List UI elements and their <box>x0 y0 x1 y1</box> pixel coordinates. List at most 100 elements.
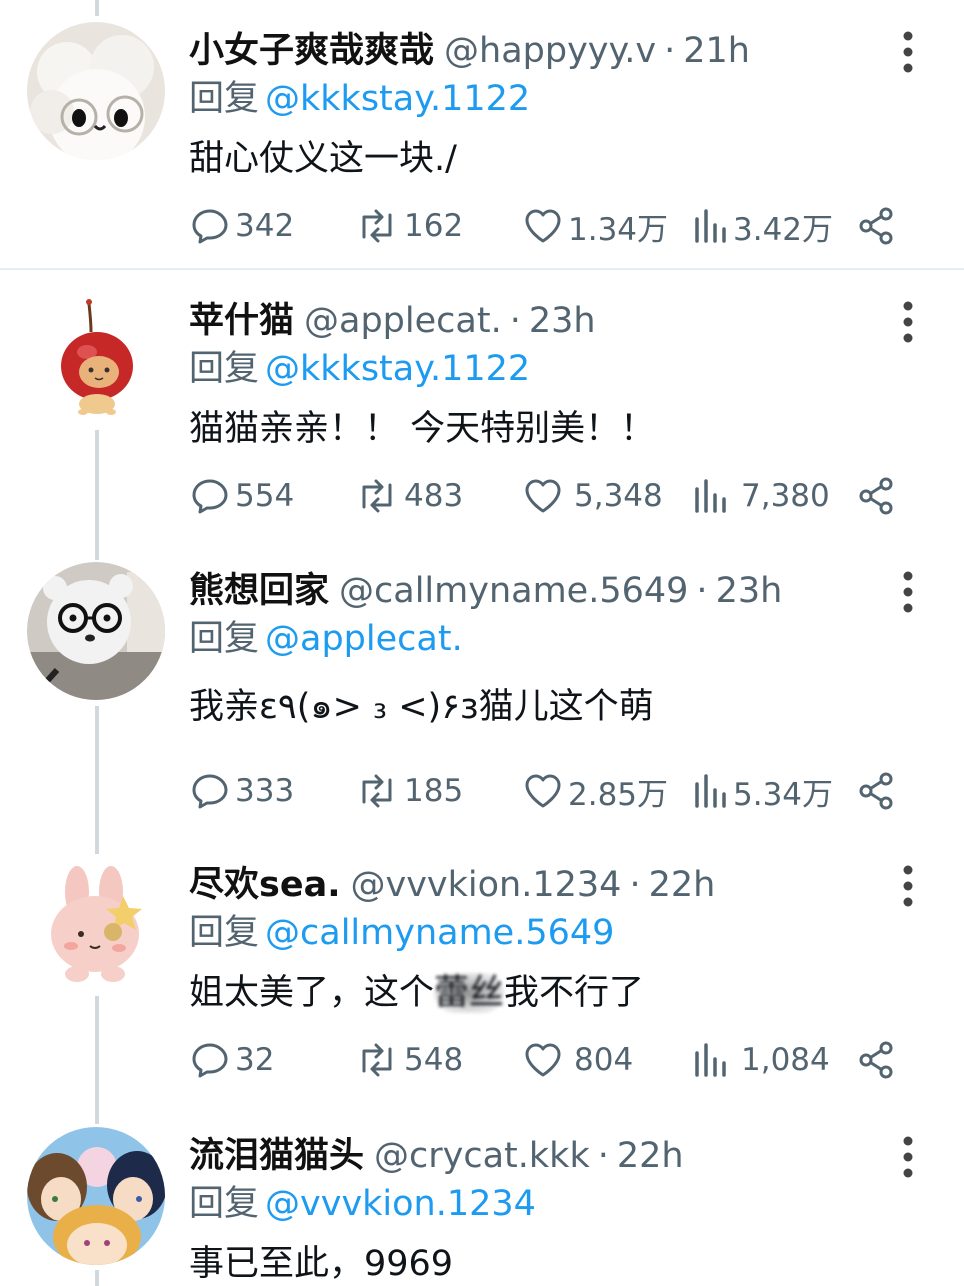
reply-count: 333 <box>235 773 295 809</box>
blurred-text: 蕾丝 <box>434 973 505 1013</box>
separator-dot: · <box>696 571 708 611</box>
retweet-button[interactable]: 162 <box>354 202 463 250</box>
timestamp[interactable]: 23h <box>529 301 596 341</box>
display-name[interactable]: 尽欢sea. <box>189 856 341 907</box>
more-options-icon[interactable] <box>898 864 918 908</box>
thread-line <box>95 426 99 560</box>
reply-button[interactable]: 342 <box>189 202 294 250</box>
reply-button[interactable]: 333 <box>189 767 294 815</box>
views-icon <box>695 479 726 513</box>
user-handle[interactable]: @crycat.kkk <box>374 1136 590 1176</box>
separator-dot: · <box>629 865 641 905</box>
post-header: 尽欢sea. @vvvkion.1234 · 22h <box>189 856 715 906</box>
reply-mention-link[interactable]: @applecat. <box>265 619 463 659</box>
display-name[interactable]: 流泪猫猫头 <box>189 1127 364 1178</box>
views-count: 1,084 <box>741 1042 830 1078</box>
user-handle[interactable]: @vvvkion.1234 <box>351 865 622 905</box>
reply-button[interactable]: 32 <box>189 1036 274 1084</box>
action-bar: 554 483 5,348 7,380 <box>189 472 909 520</box>
views-icon <box>695 1043 726 1077</box>
reply-label: 回复 <box>189 913 260 953</box>
timestamp[interactable]: 23h <box>716 571 783 611</box>
post-text: 我亲ε٩(๑> ₃ <)۶з猫儿这个萌 <box>189 687 654 727</box>
user-handle[interactable]: @callmyname.5649 <box>339 571 688 611</box>
retweet-icon <box>362 1043 392 1077</box>
like-count: 804 <box>574 1042 634 1078</box>
retweet-button[interactable]: 185 <box>354 767 463 815</box>
like-button[interactable]: 804 <box>522 1036 633 1084</box>
reply-count: 32 <box>235 1042 275 1078</box>
views-button[interactable]: 1,084 <box>691 1036 830 1084</box>
avatar[interactable] <box>27 856 165 994</box>
reply-label: 回复 <box>189 1184 260 1224</box>
reply-mention-link[interactable]: @kkkstay.1122 <box>265 79 530 119</box>
avatar[interactable] <box>27 1127 165 1265</box>
heart-icon <box>525 479 561 513</box>
reply-label: 回复 <box>189 79 260 119</box>
post-header: 熊想回家 @callmyname.5649 · 23h <box>189 562 782 612</box>
heart-icon <box>525 774 561 808</box>
like-button[interactable]: 5,348 <box>522 472 663 520</box>
more-options-icon[interactable] <box>898 300 918 344</box>
retweet-button[interactable]: 548 <box>354 1036 463 1084</box>
views-count: 3.42万 <box>733 211 834 248</box>
separator-dot: · <box>664 31 676 71</box>
share-button[interactable] <box>856 472 898 520</box>
reply-icon <box>192 209 228 244</box>
replying-to: 回复 @callmyname.5649 <box>189 904 614 955</box>
reply-icon <box>192 479 228 514</box>
thread-line <box>95 1270 99 1286</box>
replying-to: 回复 @kkkstay.1122 <box>189 70 530 121</box>
avatar[interactable] <box>27 292 165 430</box>
user-handle[interactable]: @happyyy.v <box>444 31 656 71</box>
views-button[interactable]: 5.34万 <box>691 767 833 815</box>
post-text-part: 我不行了 <box>504 973 645 1013</box>
reply-label: 回复 <box>189 619 260 659</box>
pink-bunny-plush-icon <box>27 856 165 994</box>
action-bar: 333 185 2.85万 5.34万 <box>189 767 909 815</box>
retweet-button[interactable]: 483 <box>354 472 463 520</box>
display-name[interactable]: 熊想回家 <box>189 562 329 613</box>
replying-to: 回复 @applecat. <box>189 610 463 661</box>
more-options-icon[interactable] <box>898 1135 918 1179</box>
share-button[interactable] <box>856 202 898 250</box>
more-options-icon[interactable] <box>898 30 918 74</box>
thread-line <box>95 0 99 16</box>
post-text: 猫猫亲亲！！ 今天特别美！！ <box>189 409 656 449</box>
timestamp[interactable]: 21h <box>683 31 750 71</box>
share-button[interactable] <box>856 767 898 815</box>
retweet-count: 548 <box>404 1042 464 1078</box>
reply-label: 回复 <box>189 349 260 389</box>
reply-icon <box>192 1043 228 1078</box>
avatar[interactable] <box>27 562 165 700</box>
retweet-icon <box>362 209 392 243</box>
reply-button[interactable]: 554 <box>189 472 294 520</box>
post-header: 流泪猫猫头 @crycat.kkk · 22h <box>189 1127 684 1177</box>
timestamp[interactable]: 22h <box>617 1136 684 1176</box>
post-text-part: 姐太美了，这个 <box>189 973 435 1013</box>
user-handle[interactable]: @applecat. <box>304 301 502 341</box>
avatar[interactable] <box>27 22 165 160</box>
views-count: 7,380 <box>741 478 830 514</box>
views-icon <box>695 209 726 243</box>
views-button[interactable]: 3.42万 <box>691 202 833 250</box>
reply-mention-link[interactable]: @vvvkion.1234 <box>265 1184 536 1224</box>
divider <box>0 268 964 270</box>
like-button[interactable]: 2.85万 <box>522 767 668 815</box>
display-name[interactable]: 苹什猫 <box>189 292 294 343</box>
views-icon <box>695 774 726 808</box>
timestamp[interactable]: 22h <box>649 865 716 905</box>
separator-dot: · <box>597 1136 609 1176</box>
like-count: 5,348 <box>574 478 663 514</box>
heart-icon <box>525 1043 561 1077</box>
display-name[interactable]: 小女子爽哉爽哉 <box>189 22 434 73</box>
like-count: 1.34万 <box>568 211 669 248</box>
more-options-icon[interactable] <box>898 570 918 614</box>
share-button[interactable] <box>856 1036 898 1084</box>
views-button[interactable]: 7,380 <box>691 472 830 520</box>
anime-characters-icon <box>27 1127 165 1265</box>
reply-mention-link[interactable]: @callmyname.5649 <box>265 913 614 953</box>
retweet-icon <box>362 774 392 808</box>
like-button[interactable]: 1.34万 <box>522 202 668 250</box>
reply-mention-link[interactable]: @kkkstay.1122 <box>265 349 530 389</box>
